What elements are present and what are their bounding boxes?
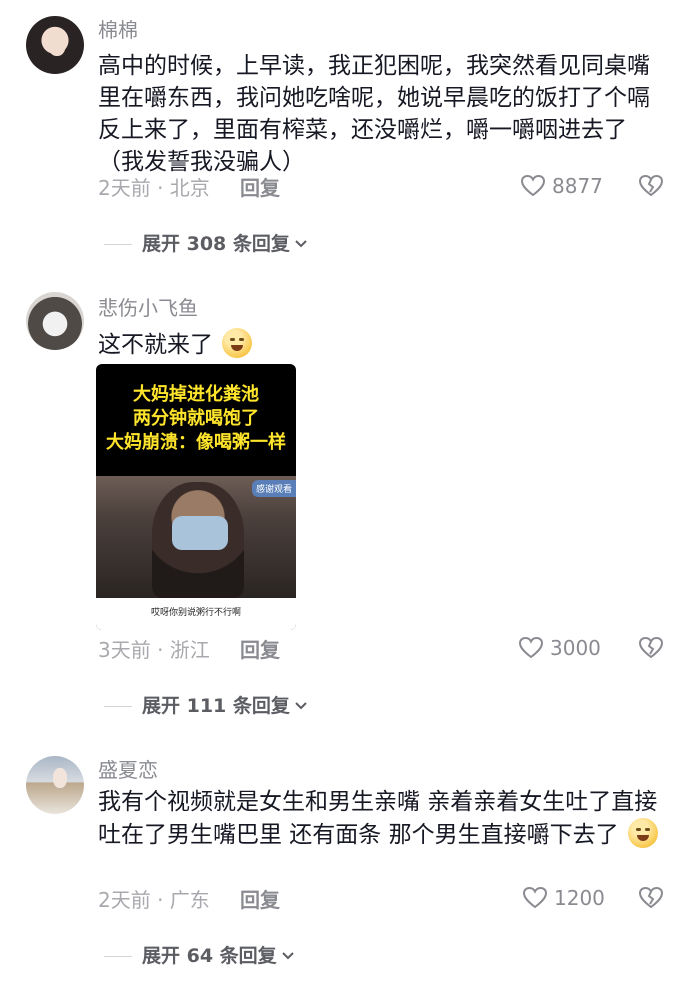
username[interactable]: 盛夏恋: [98, 758, 158, 782]
comment-item: 盛夏恋 我有个视频就是女生和男生亲嘴 亲着亲着女生吐了直接吐在了男生嘴巴里 还有…: [0, 732, 690, 984]
video-caption: 哎呀你别说粥行不行啊: [96, 598, 296, 630]
expand-replies[interactable]: 展开 111 条回复: [104, 694, 308, 718]
expand-replies-label: 展开 111 条回复: [142, 695, 290, 717]
expand-replies-label: 展开 64 条回复: [142, 945, 277, 967]
like-button[interactable]: 8877: [520, 174, 603, 198]
chevron-down-icon: [295, 240, 307, 248]
chevron-down-icon: [295, 702, 307, 710]
divider: [104, 705, 132, 707]
reply-button[interactable]: 回复: [240, 176, 280, 200]
like-button[interactable]: 1200: [522, 886, 605, 910]
chevron-down-icon: [281, 952, 294, 960]
comment-meta: 2天前 · 北京: [98, 176, 210, 200]
expand-replies-label: 展开 308 条回复: [142, 233, 290, 255]
video-title-line: 两分钟就喝饱了: [133, 408, 259, 429]
username[interactable]: 悲伤小飞鱼: [98, 296, 198, 320]
like-count: 1200: [554, 886, 605, 910]
heart-outline-icon: [518, 636, 544, 659]
heart-outline-icon: [522, 886, 548, 909]
comment-item: 悲伤小飞鱼 这不就来了 大妈掉进化粪池 两分钟就喝饱了 大妈崩溃：像喝粥一样 感…: [0, 270, 690, 732]
avatar[interactable]: [26, 292, 84, 350]
broken-heart-icon[interactable]: [638, 636, 664, 660]
video-thumbnail[interactable]: 大妈掉进化粪池 两分钟就喝饱了 大妈崩溃：像喝粥一样 感谢观看 哎呀你别说粥行不…: [96, 364, 296, 630]
emoji-icon: [627, 818, 658, 848]
comment-meta: 2天前 · 广东: [98, 888, 210, 912]
divider: [104, 955, 132, 957]
video-title-line: 大妈掉进化粪池: [133, 384, 259, 405]
comment-text: 高中的时候，上早读，我正犯困呢，我突然看见同桌嘴里在嚼东西，我问她吃啥呢，她说早…: [98, 53, 650, 175]
broken-heart-icon[interactable]: [638, 886, 664, 910]
like-count: 8877: [552, 174, 603, 198]
video-badge: 感谢观看: [251, 480, 296, 497]
comment-text: 这不就来了: [98, 328, 664, 361]
reply-button[interactable]: 回复: [240, 888, 280, 912]
username[interactable]: 棉棉: [98, 18, 138, 42]
heart-outline-icon: [520, 174, 546, 197]
comment-meta: 3天前 · 浙江: [98, 638, 210, 662]
video-title-line: 大妈崩溃：像喝粥一样: [106, 432, 286, 453]
expand-replies[interactable]: 展开 308 条回复: [104, 232, 308, 256]
reply-button[interactable]: 回复: [240, 638, 280, 662]
video-mask: [172, 516, 228, 550]
broken-heart-icon[interactable]: [638, 174, 664, 198]
like-count: 3000: [550, 636, 601, 660]
comment-text: 我有个视频就是女生和男生亲嘴 亲着亲着女生吐了直接吐在了男生嘴巴里 还有面条 那…: [98, 786, 664, 851]
like-button[interactable]: 3000: [518, 636, 601, 660]
avatar[interactable]: [26, 756, 84, 814]
comment-text-body: 这不就来了: [98, 332, 213, 358]
expand-replies[interactable]: 展开 64 条回复: [104, 944, 295, 968]
emoji-icon: [222, 328, 253, 358]
avatar[interactable]: [26, 16, 84, 74]
divider: [104, 243, 132, 245]
comment-text-body: 我有个视频就是女生和男生亲嘴 亲着亲着女生吐了直接吐在了男生嘴巴里 还有面条 那…: [98, 789, 658, 848]
comment-item: 棉棉 高中的时候，上早读，我正犯困呢，我突然看见同桌嘴里在嚼东西，我问她吃啥呢，…: [0, 0, 690, 270]
